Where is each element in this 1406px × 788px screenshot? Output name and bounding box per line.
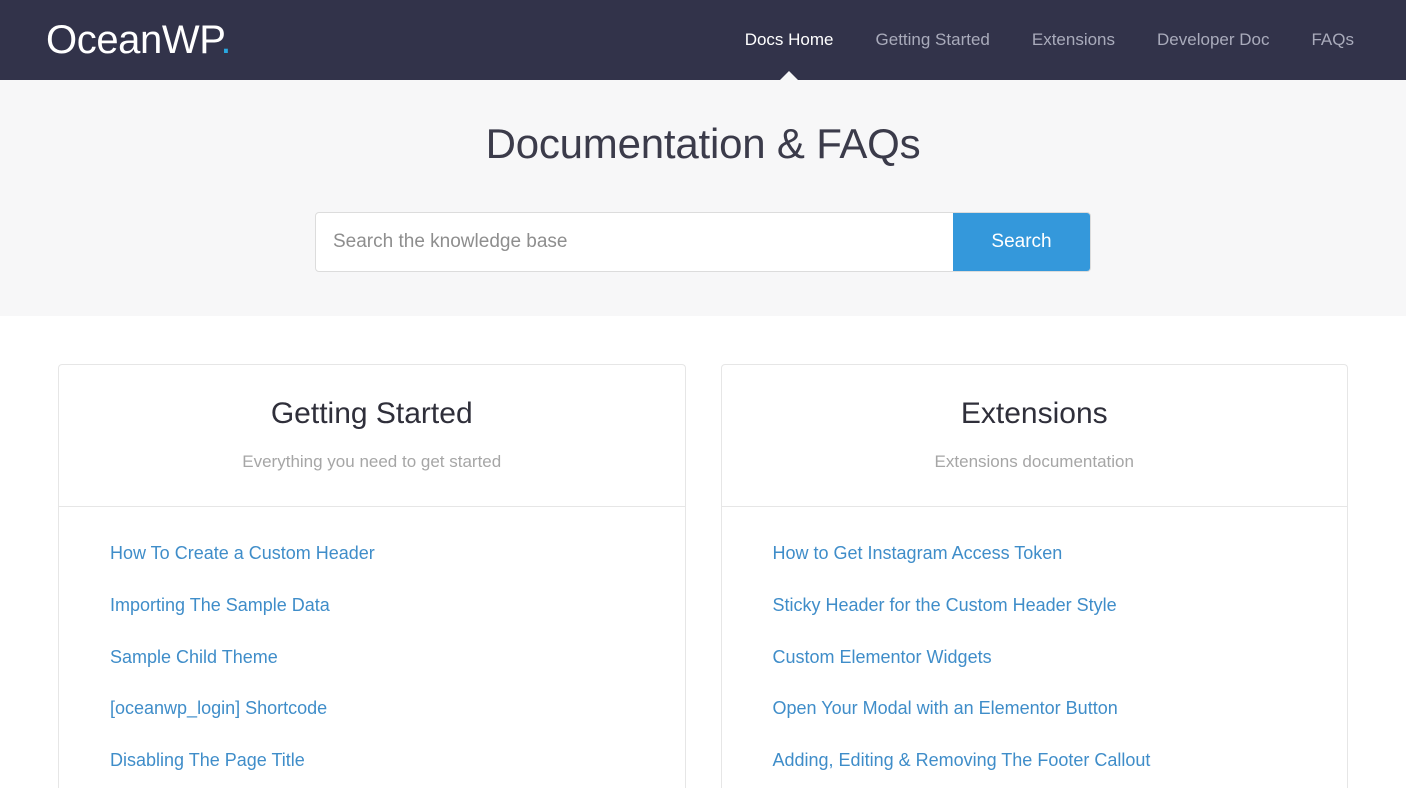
card-link[interactable]: How to Get Instagram Access Token xyxy=(773,543,1063,563)
card-subtitle: Extensions documentation xyxy=(934,452,1134,471)
card-header: Extensions Extensions documentation xyxy=(721,365,1347,508)
nav-item-docs-home[interactable]: Docs Home xyxy=(724,0,855,80)
logo-text: OceanWP xyxy=(46,18,221,62)
list-item: How To Create a Custom Header xyxy=(110,543,685,565)
card-link-list: How to Get Instagram Access Token Sticky… xyxy=(722,507,1348,771)
site-header: OceanWP. Docs Home Getting Started Exten… xyxy=(0,0,1406,80)
list-item: Sticky Header for the Custom Header Styl… xyxy=(773,595,1348,617)
card-extensions: Extensions Extensions documentation How … xyxy=(720,364,1348,788)
card-title: Extensions xyxy=(960,397,1108,430)
search-button[interactable]: Search xyxy=(953,212,1090,271)
card-link[interactable]: Sample Child Theme xyxy=(110,647,278,667)
card-getting-started: Getting Started Everything you need to g… xyxy=(58,364,686,788)
main-navigation: Docs Home Getting Started Extensions Dev… xyxy=(724,0,1354,80)
card-link[interactable]: Custom Elementor Widgets xyxy=(773,647,992,667)
nav-item-getting-started[interactable]: Getting Started xyxy=(855,0,1011,80)
card-title: Getting Started xyxy=(270,397,473,430)
card-link[interactable]: Adding, Editing & Removing The Footer Ca… xyxy=(773,750,1151,770)
list-item: Open Your Modal with an Elementor Button xyxy=(773,698,1348,720)
list-item: Sample Child Theme xyxy=(110,647,685,669)
card-link-list: How To Create a Custom Header Importing … xyxy=(59,507,685,771)
list-item: Custom Elementor Widgets xyxy=(773,647,1348,669)
card-header: Getting Started Everything you need to g… xyxy=(59,365,685,508)
site-logo[interactable]: OceanWP. xyxy=(46,20,231,60)
list-item: Adding, Editing & Removing The Footer Ca… xyxy=(773,750,1348,772)
page-title: Documentation & FAQs xyxy=(485,120,921,167)
card-subtitle: Everything you need to get started xyxy=(242,452,502,471)
card-link[interactable]: How To Create a Custom Header xyxy=(110,543,375,563)
card-link[interactable]: [oceanwp_login] Shortcode xyxy=(110,698,327,718)
search-form: Search xyxy=(315,211,1091,272)
search-input[interactable] xyxy=(316,212,953,271)
nav-item-extensions[interactable]: Extensions xyxy=(1011,0,1136,80)
category-cards: Getting Started Everything you need to g… xyxy=(0,316,1406,788)
list-item: Disabling The Page Title xyxy=(110,750,685,772)
list-item: How to Get Instagram Access Token xyxy=(773,543,1348,565)
hero-section: Documentation & FAQs Search xyxy=(0,80,1406,316)
logo-dot: . xyxy=(220,18,232,62)
nav-item-developer-doc[interactable]: Developer Doc xyxy=(1136,0,1290,80)
nav-item-faqs[interactable]: FAQs xyxy=(1290,0,1354,80)
list-item: [oceanwp_login] Shortcode xyxy=(110,698,685,720)
card-link[interactable]: Sticky Header for the Custom Header Styl… xyxy=(773,595,1117,615)
list-item: Importing The Sample Data xyxy=(110,595,685,617)
card-link[interactable]: Disabling The Page Title xyxy=(110,750,305,770)
card-link[interactable]: Importing The Sample Data xyxy=(110,595,330,615)
card-link[interactable]: Open Your Modal with an Elementor Button xyxy=(773,698,1118,718)
